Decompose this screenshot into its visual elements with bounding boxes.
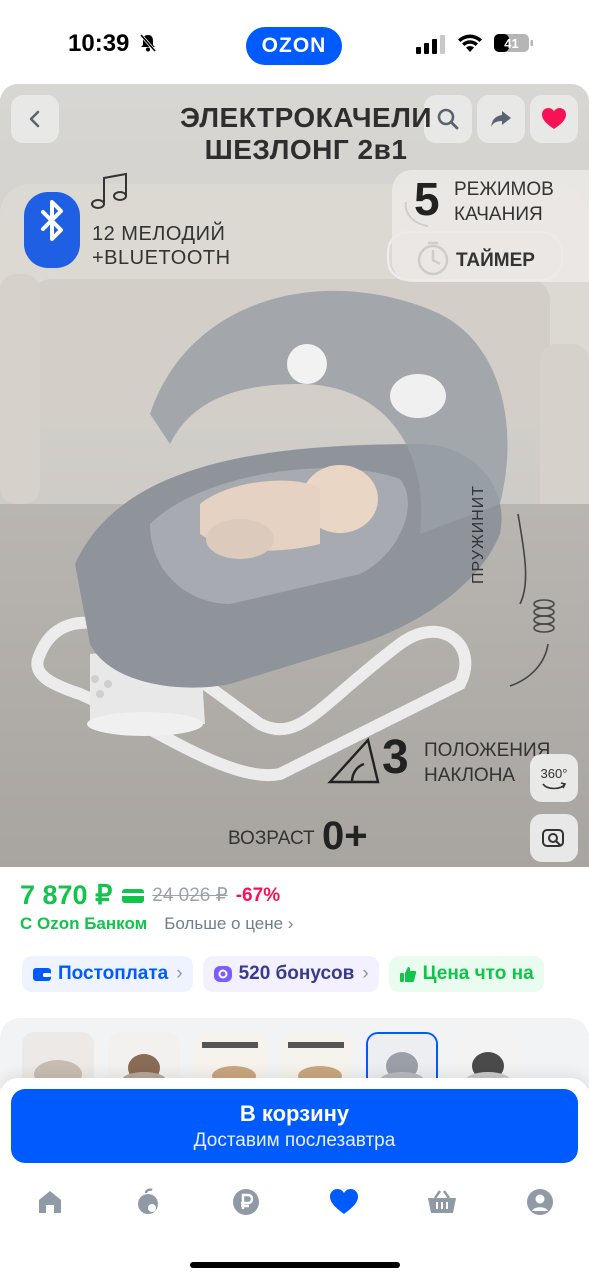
bonus-chip[interactable]: 520 бонусов › (202, 956, 379, 992)
ozon-card-icon (122, 888, 145, 903)
signal-icon (416, 35, 445, 54)
bluetooth-icon (24, 192, 80, 268)
delivery-subtitle: Доставим послезавтра (193, 1130, 396, 1151)
age-value: 0+ (322, 814, 368, 858)
ozon-badge: OZON (246, 27, 342, 65)
old-price: 24 026 ₽ (152, 885, 228, 906)
share-icon (491, 111, 511, 127)
thumbs-up-icon (399, 967, 416, 982)
postpay-label: Постоплата (58, 963, 169, 984)
rotate-icon (542, 781, 567, 789)
profile-icon (527, 1189, 553, 1215)
view-360-label: 360° (540, 765, 568, 781)
modes-caption: РЕЖИМОВ КАЧАНИЯ (454, 177, 554, 227)
modes-line-1: РЕЖИМОВ (454, 179, 554, 200)
price-guarantee-chip[interactable]: Цена что на (388, 956, 544, 992)
benefit-chips: Постоплата › 520 бонусов › Цена что на (22, 956, 544, 992)
favorites-icon (330, 1189, 358, 1214)
spring-caption: ПРУЖИНИТ (470, 484, 487, 584)
ozon-bank-label: С Ozon Банком (20, 914, 148, 933)
back-button[interactable] (11, 95, 59, 143)
photo-search-icon (542, 829, 564, 847)
bank-row: С Ozon Банком Больше о цене › (20, 914, 293, 934)
catalog-icon (138, 1188, 158, 1214)
bonus-icon (213, 966, 232, 982)
image-headline: ЭЛЕКТРОКАЧЕЛИ ШЕЗЛОНГ 2в1 (156, 102, 456, 166)
tab-cart[interactable] (426, 1186, 458, 1218)
melodies-line-2: +BLUETOOTH (92, 247, 231, 269)
headline-line-1: ЭЛЕКТРОКАЧЕЛИ (180, 102, 432, 133)
modes-line-2: КАЧАНИЯ (454, 204, 543, 225)
favorite-button[interactable] (530, 95, 578, 143)
add-to-cart-button[interactable]: В корзину Доставим послезавтра (11, 1089, 578, 1163)
battery-icon: 41 (494, 34, 533, 52)
home-indicator (190, 1262, 400, 1268)
melodies-line-1: 12 МЕЛОДИЙ (92, 223, 226, 245)
tab-profile[interactable] (524, 1186, 556, 1218)
headline-line-2: ШЕЗЛОНГ 2в1 (204, 134, 408, 165)
timer-caption: ТАЙМЕР (456, 250, 535, 271)
modes-number: 5 (414, 173, 440, 225)
price-guarantee-label: Цена что на (422, 963, 534, 984)
price-row[interactable]: 7 870 ₽ 24 026 ₽ -67% (20, 880, 280, 911)
tilt-number: 3 (382, 731, 409, 784)
home-icon (39, 1191, 61, 1213)
ruble-icon (233, 1189, 259, 1215)
tab-home[interactable] (34, 1186, 66, 1218)
tab-catalog[interactable] (132, 1186, 164, 1218)
cart-icon (428, 1190, 456, 1213)
bonus-label: 520 бонусов (238, 963, 355, 984)
back-icon (29, 110, 40, 128)
bell-muted-icon (139, 34, 157, 52)
product-image[interactable]: ЭЛЕКТРОКАЧЕЛИ ШЕЗЛОНГ 2в1 12 МЕЛОДИЙ +BL… (0, 84, 589, 867)
wallet-icon (33, 968, 51, 981)
tab-favorites[interactable] (328, 1186, 360, 1218)
more-about-price-link[interactable]: Больше о цене › (164, 914, 293, 934)
view-360-button[interactable]: 360° (530, 754, 578, 802)
share-button[interactable] (477, 95, 525, 143)
status-bar: 10:39 OZON 41 (0, 0, 589, 84)
discount-badge: -67% (235, 884, 281, 906)
wifi-icon (458, 34, 482, 52)
status-time: 10:39 (68, 30, 130, 57)
postpay-chip[interactable]: Постоплата › (22, 956, 193, 992)
heart-icon (542, 108, 566, 129)
current-price: 7 870 ₽ (20, 880, 113, 910)
add-to-cart-label: В корзину (239, 1101, 350, 1126)
age-label: ВОЗРАСТ (228, 828, 315, 849)
tab-finance[interactable] (230, 1186, 262, 1218)
battery-level: 41 (504, 36, 518, 51)
photo-search-button[interactable] (530, 814, 578, 862)
melodies-caption: 12 МЕЛОДИЙ +BLUETOOTH (92, 222, 231, 270)
more-about-price-label: Больше о цене (164, 914, 284, 933)
